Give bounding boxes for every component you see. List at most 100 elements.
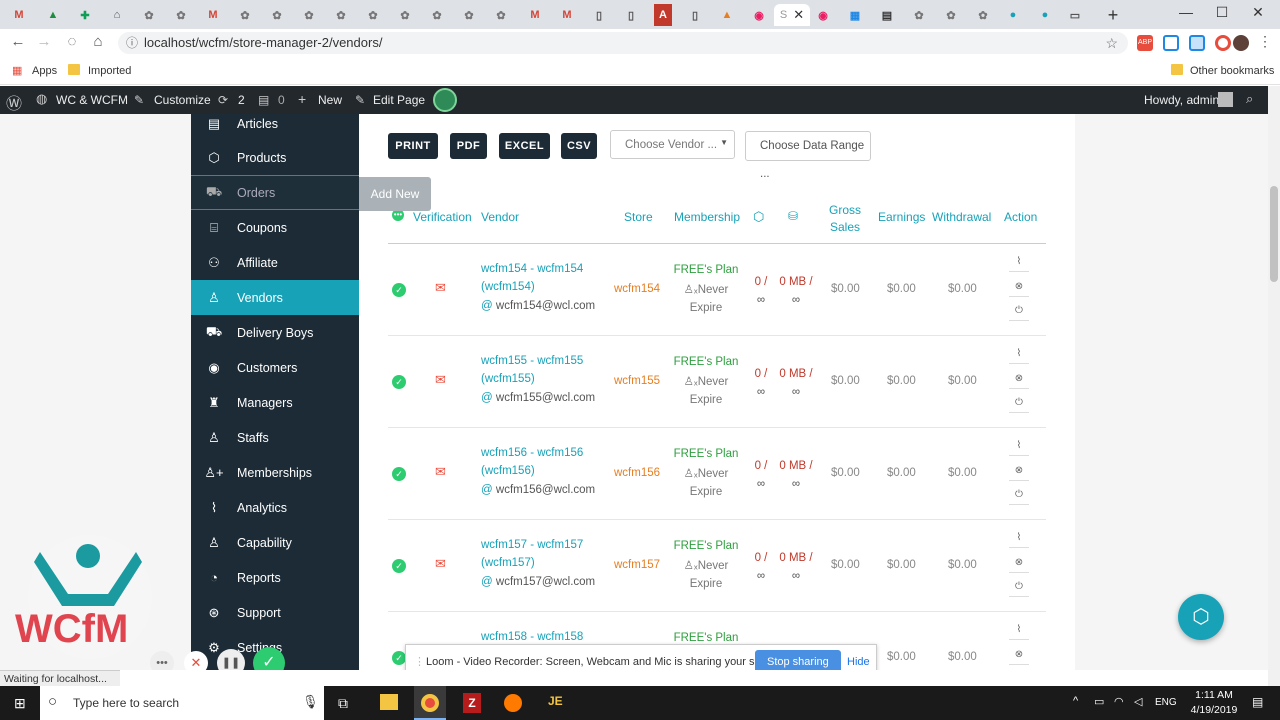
store-name[interactable]: wcfm154 [614,283,660,295]
sidebar-item-support[interactable]: ⊛ Support [191,595,359,630]
sidebar-item-vendors[interactable]: ♙ Vendors [191,280,359,315]
header-membership[interactable]: Membership [674,210,740,224]
microphone-icon[interactable]: 🎙 [302,694,319,710]
app-icon[interactable]: JE [548,694,563,708]
home-icon[interactable]: ⌂ [87,33,109,53]
tab-icon[interactable]: ◉ [744,4,774,26]
tab-icon[interactable]: ✿ [134,4,164,26]
loom-more-icon[interactable]: ••• [150,651,174,670]
sheets-tab-icon[interactable]: ✚ [70,4,100,26]
new-tab-icon[interactable]: + [1098,4,1128,26]
sidebar-item-managers[interactable]: ♜ Managers [191,385,359,420]
drive-tab-icon[interactable]: ▲ [38,4,68,26]
sidebar-item-coupons[interactable]: ⌸ Coupons [191,210,359,245]
tab-icon[interactable]: ✿ [486,4,516,26]
disable-icon[interactable]: ⊗ [1009,557,1029,573]
bookmark-apps[interactable]: Apps [32,65,57,77]
document-tab-icon[interactable]: ▯ [680,4,710,26]
tab-icon[interactable]: ✿ [936,4,966,26]
document-tab-icon[interactable]: ▯ [584,4,614,26]
tray-chevron-icon[interactable]: ^ [1073,695,1078,707]
menu-dots-icon[interactable]: ⋮ [1254,33,1276,53]
window-close-icon[interactable]: ✕ [1240,4,1276,24]
filezilla-icon[interactable]: Z [463,693,481,713]
windows-start-icon[interactable]: ⊞ [14,695,30,711]
header-store[interactable]: Store [624,210,653,224]
store-name[interactable]: wcfm157 [614,559,660,571]
notifications-icon[interactable]: ▤ [1252,695,1263,709]
vendor-link[interactable]: wcfm154 - wcfm154 (wcfm154) [481,260,611,296]
sidebar-item-reports[interactable]: ◔ Reports [191,560,359,595]
sidebar-item-articles[interactable]: ▤ Articles [191,114,359,141]
volume-icon[interactable]: ◁ [1134,695,1142,708]
power-icon[interactable]: ⏻ [1009,581,1029,597]
envelope-icon[interactable]: ✉ [435,464,446,480]
disable-icon[interactable]: ⊗ [1009,281,1029,297]
search-icon[interactable]: ⌕ [1246,91,1253,107]
avatar[interactable] [1218,92,1233,107]
gmail-tab-icon[interactable]: M [198,4,228,26]
tab-icon[interactable]: ✿ [968,4,998,26]
report-chart-icon[interactable]: ⌇ [1009,440,1029,456]
url-field[interactable]: ⓘ localhost/wcfm/store-manager-2/vendors… [118,32,1128,54]
tab-icon[interactable]: ✿ [422,4,452,26]
vendor-link[interactable]: wcfm157 - wcfm157 (wcfm157) [481,536,611,572]
wordpress-icon[interactable]: Ⓦ [6,90,22,114]
gmail-tab-icon[interactable]: M [4,4,34,26]
envelope-icon[interactable]: ✉ [435,556,446,572]
envelope-icon[interactable]: ✉ [435,372,446,388]
report-chart-icon[interactable]: ⌇ [1009,624,1029,640]
profile-avatar[interactable] [1233,35,1249,51]
language-indicator[interactable]: ENG [1155,697,1177,708]
report-chart-icon[interactable]: ⌇ [1009,348,1029,364]
document-tab-icon[interactable]: ▯ [616,4,646,26]
store-name[interactable]: wcfm156 [614,467,660,479]
extension-icon[interactable] [1163,35,1179,51]
pdf-tab-icon[interactable]: A [654,4,672,26]
site-name-link[interactable]: WC & WCFM [56,93,128,107]
header-vendor[interactable]: Vendor [481,210,519,224]
disable-icon[interactable]: ⊗ [1009,649,1029,665]
power-icon[interactable]: ⏻ [1009,397,1029,413]
comments-count[interactable]: 0 [278,93,285,107]
sidebar-item-memberships[interactable]: ♙+ Memberships [191,455,359,490]
sidebar-item-staffs[interactable]: ♙ Staffs [191,420,359,455]
excel-button[interactable]: EXCEL [499,133,550,159]
hide-button[interactable]: Hide [847,656,870,668]
wifi-icon[interactable]: ◠ [1114,695,1124,708]
gmail-tab-icon[interactable]: M [520,4,550,26]
close-icon[interactable]: ✕ [793,7,804,23]
pdf-button[interactable]: PDF [450,133,487,159]
loading-icon[interactable]: ◌ [61,33,83,53]
sidebar-item-affiliate[interactable]: ⚇ Affiliate [191,245,359,280]
sidebar-item-delivery-boys[interactable]: ⛟ Delivery Boys [191,315,359,350]
tab-active[interactable]: S ✕ [774,4,810,26]
clock[interactable]: 1:11 AM 4/19/2019 [1186,688,1242,718]
membership-plan[interactable]: FREE's Plan [666,448,746,460]
taskbar-search[interactable]: ○ Type here to search 🎙 [40,686,324,720]
tab-icon[interactable]: ● [1030,4,1060,26]
header-withdrawal[interactable]: Withdrawal [932,210,991,224]
bookmark-imported[interactable]: Imported [88,65,131,77]
date-range-input[interactable]: Choose Data Range ... [745,131,871,180]
drag-handle-icon[interactable]: ⋮ [414,655,425,668]
sidebar-item-analytics[interactable]: ⌇ Analytics [191,490,359,525]
sidebar-item-capability[interactable]: ♙ Capability [191,525,359,560]
tab-icon[interactable]: ✿ [166,4,196,26]
sidebar-item-orders[interactable]: ⛟ Orders [191,175,359,210]
tab-icon[interactable]: ✿ [358,4,388,26]
envelope-icon[interactable]: ✉ [435,280,446,296]
tab-icon[interactable]: ✿ [904,4,934,26]
tab-icon[interactable]: ✿ [326,4,356,26]
task-view-icon[interactable]: ⧉ [338,695,348,712]
edit-page-link[interactable]: Edit Page [373,93,425,107]
loom-cancel-icon[interactable]: ✕ [184,651,208,670]
membership-plan[interactable]: FREE's Plan [666,356,746,368]
report-chart-icon[interactable]: ⌇ [1009,532,1029,548]
updates-count[interactable]: 2 [238,93,245,107]
sidebar-item-products[interactable]: ⬡ Products [191,140,359,175]
csv-button[interactable]: CSV [561,133,597,159]
battery-icon[interactable]: ▭ [1094,695,1104,708]
chrome-taskbar-button[interactable] [414,686,446,720]
header-earnings[interactable]: Earnings [878,210,925,224]
